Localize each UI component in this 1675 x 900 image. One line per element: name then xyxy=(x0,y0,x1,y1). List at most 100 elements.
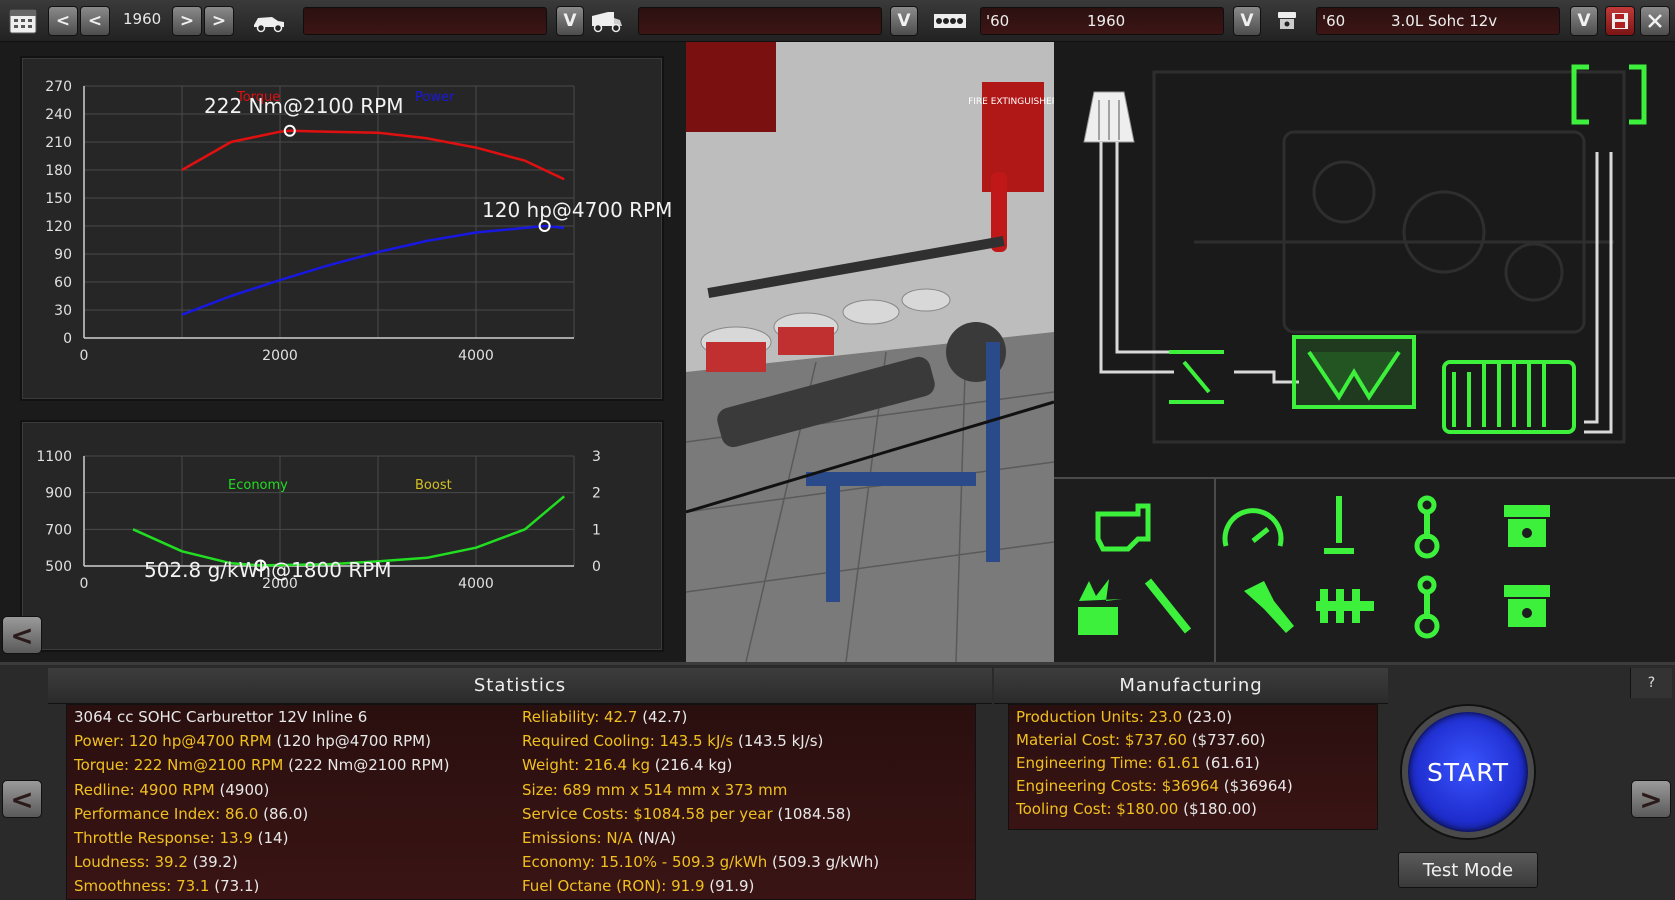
car-icon xyxy=(252,6,286,36)
year-back-far-button[interactable]: < xyxy=(48,6,78,36)
stat-line: Emissions: N/A (N/A) xyxy=(522,829,676,847)
spark-plug-part-icon[interactable] xyxy=(1136,571,1206,641)
engine-3d-viewport[interactable]: FIRE EXTINGUISHER xyxy=(686,42,1054,662)
stat-value: Size: 689 mm x 514 mm x 373 mm xyxy=(522,780,788,799)
piston-part-icon[interactable] xyxy=(1492,491,1562,561)
ignition-part-icon[interactable] xyxy=(1064,571,1134,641)
stat-line: Performance Index: 86.0 (86.0) xyxy=(74,805,308,823)
engine-block-part-icon[interactable] xyxy=(1088,494,1158,564)
stat-line: Torque: 222 Nm@2100 RPM (222 Nm@2100 RPM… xyxy=(74,756,449,774)
statistics-header: Statistics xyxy=(48,668,992,704)
prev-page-button[interactable]: < xyxy=(2,780,42,818)
variant-field[interactable]: '60 3.0L Sohc 12v xyxy=(1316,7,1560,35)
y-tick-label: 0 xyxy=(63,331,72,347)
stat-reference: (120 hp@4700 RPM) xyxy=(276,732,431,751)
stat-line: Required Cooling: 143.5 kJ/s (143.5 kJ/s… xyxy=(522,732,823,750)
year-forward-far-button[interactable]: > xyxy=(204,6,234,36)
stat-line: Economy: 15.10% - 509.3 g/kWh (509.3 g/k… xyxy=(522,853,879,871)
stat-line: Engineering Costs: $36964 ($36964) xyxy=(1016,777,1293,795)
valve-part-icon[interactable] xyxy=(1304,491,1374,561)
model-select-field[interactable] xyxy=(303,7,547,35)
camshaft-part-icon[interactable] xyxy=(1310,571,1380,641)
stat-value: Performance Index: 86.0 xyxy=(74,804,259,823)
stat-line: 3064 cc SOHC Carburettor 12V Inline 6 xyxy=(74,708,367,726)
stat-value: Throttle Response: 13.9 xyxy=(74,829,253,847)
y2-tick-label: 3 xyxy=(592,449,601,465)
stat-line: Material Cost: $737.60 ($737.60) xyxy=(1016,731,1265,749)
start-button[interactable]: START xyxy=(1402,706,1534,838)
conrod-part-icon[interactable] xyxy=(1392,491,1462,561)
stat-reference: (509.3 g/kWh) xyxy=(772,853,880,872)
stat-value: Emissions: N/A xyxy=(522,829,633,847)
economy-chart-svg: 11009007005000 2000 40003210 xyxy=(36,449,601,592)
stat-value: Service Costs: $1084.58 per year xyxy=(522,804,773,823)
y-tick-label: 90 xyxy=(54,247,72,263)
y-tick-label: 60 xyxy=(54,275,72,291)
stat-value: Engineering Costs: $36964 xyxy=(1016,777,1220,795)
next-page-button[interactable]: > xyxy=(1631,780,1671,818)
stat-value: Tooling Cost: $180.00 xyxy=(1016,800,1179,818)
x-tick-label: 0 xyxy=(80,348,89,364)
save-icon[interactable] xyxy=(1605,6,1635,36)
stat-reference: (23.0) xyxy=(1186,708,1233,726)
engine-designer-screen: < < 1960 > > V V '60 1960 V '60 3.0L Soh… xyxy=(0,0,1675,900)
test-mode-button[interactable]: Test Mode xyxy=(1398,852,1538,888)
throttle-body-icon[interactable] xyxy=(1169,350,1224,404)
tools-part-icon[interactable] xyxy=(1234,571,1304,641)
help-button[interactable]: ? xyxy=(1630,668,1672,698)
x-tick-label: 0 xyxy=(80,576,89,592)
engine-block-icon xyxy=(932,6,968,36)
close-icon[interactable] xyxy=(1640,6,1670,36)
y-tick-label: 900 xyxy=(45,486,72,502)
family-year: 1960 xyxy=(1087,12,1126,30)
exhaust-silencer-icon[interactable] xyxy=(1571,64,1647,125)
model-dropdown-button[interactable]: V xyxy=(556,6,584,36)
family-dropdown-button[interactable]: V xyxy=(1233,6,1261,36)
trim-dropdown-button[interactable]: V xyxy=(890,6,918,36)
stat-value: Smoothness: 73.1 xyxy=(74,877,210,896)
stat-value: Reliability: 42.7 xyxy=(522,708,638,726)
air-filter-icon[interactable] xyxy=(1083,91,1135,143)
intake-manifold-icon[interactable] xyxy=(1292,335,1416,409)
stat-reference: ($36964) xyxy=(1223,777,1293,795)
stat-reference: (222 Nm@2100 RPM) xyxy=(288,756,450,775)
stat-line: Smoothness: 73.1 (73.1) xyxy=(74,877,259,895)
top-toolbar: < < 1960 > > V V '60 1960 V '60 3.0L Soh… xyxy=(0,0,1675,42)
year-forward-button[interactable]: > xyxy=(172,6,202,36)
x-tick-label: 2000 xyxy=(262,348,298,364)
legend-economy: Economy xyxy=(228,478,288,493)
stat-reference: ($737.60) xyxy=(1191,731,1266,749)
stat-line: Power: 120 hp@4700 RPM (120 hp@4700 RPM) xyxy=(74,732,431,750)
stat-value: Weight: 216.4 kg xyxy=(522,756,650,775)
engine-family-field[interactable]: '60 1960 xyxy=(980,7,1224,35)
year-back-button[interactable]: < xyxy=(80,6,110,36)
stat-value: Loudness: 39.2 xyxy=(74,853,188,872)
piston-part-icon-2[interactable] xyxy=(1492,571,1562,641)
van-icon xyxy=(590,6,624,36)
y2-tick-label: 1 xyxy=(592,522,601,538)
economy-low-label: 502.8 g/kWh@1800 RPM xyxy=(144,558,392,582)
stat-reference: (61.61) xyxy=(1205,754,1260,772)
y-tick-label: 180 xyxy=(45,163,72,179)
stat-value: Material Cost: $737.60 xyxy=(1016,731,1187,749)
trim-select-field[interactable] xyxy=(638,7,882,35)
chart-collapse-button[interactable]: < xyxy=(2,616,42,654)
variant-name: 3.0L Sohc 12v xyxy=(1391,12,1498,30)
legend-boost: Boost xyxy=(415,478,452,493)
y2-tick-label: 2 xyxy=(592,486,601,502)
calendar-icon[interactable] xyxy=(6,6,40,36)
conrod-part-icon-2[interactable] xyxy=(1392,571,1462,641)
stat-line: Loudness: 39.2 (39.2) xyxy=(74,853,238,871)
stat-value: Torque: 222 Nm@2100 RPM xyxy=(74,756,284,775)
y-tick-label: 270 xyxy=(45,79,72,95)
family-year-short: '60 xyxy=(986,12,1010,30)
exhaust-manifold-icon[interactable] xyxy=(1442,360,1576,434)
variant-dropdown-button[interactable]: V xyxy=(1570,6,1598,36)
y-tick-label: 500 xyxy=(45,559,72,575)
stat-value: Production Units: 23.0 xyxy=(1016,708,1183,726)
fire-sign-text: FIRE EXTINGUISHER xyxy=(968,97,1054,107)
engine-render: FIRE EXTINGUISHER xyxy=(686,42,1054,662)
power-series-line xyxy=(181,224,565,316)
gauge-part-icon[interactable] xyxy=(1218,491,1288,561)
y-tick-label: 30 xyxy=(54,303,72,319)
